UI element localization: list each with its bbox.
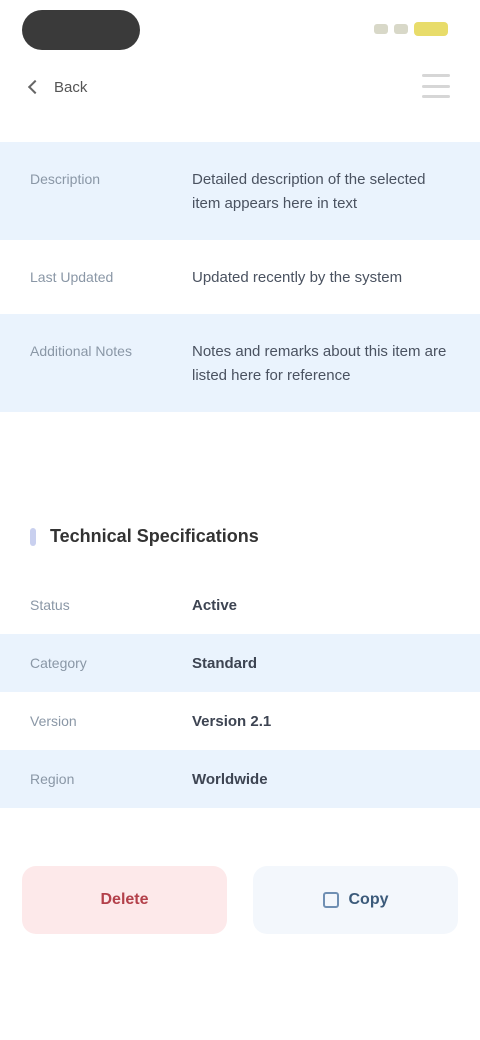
back-button[interactable]: Back <box>27 72 88 102</box>
spec-value: Active <box>192 596 238 614</box>
detail-row-updated: Last Updated Updated recently by the sys… <box>0 240 480 314</box>
section-accent-bar <box>30 527 36 546</box>
section-header: Technical Specifications <box>30 526 259 547</box>
menu-icon[interactable] <box>422 74 450 98</box>
copy-icon <box>322 892 339 908</box>
delete-button-label: Delete <box>100 891 149 908</box>
section-title: Technical Specifications <box>50 526 259 546</box>
chevron-left-icon <box>27 79 43 95</box>
signal-icon <box>374 24 388 34</box>
battery-icon <box>414 22 448 36</box>
wifi-icon <box>394 24 408 34</box>
spec-label: Version <box>30 713 77 729</box>
detail-table: Description Detailed description of the … <box>0 142 480 412</box>
spec-row-version: Version Version 2.1 <box>0 692 480 750</box>
spec-label: Status <box>30 597 70 613</box>
back-label: Back <box>54 78 88 96</box>
status-icons <box>374 22 448 36</box>
detail-label: Last Updated <box>30 269 114 285</box>
delete-button[interactable]: Delete <box>22 866 227 934</box>
status-bar <box>0 0 480 60</box>
spec-label: Category <box>30 655 87 671</box>
action-buttons: Delete Copy <box>22 866 458 934</box>
detail-value: Detailed description of the selected ite… <box>192 171 426 212</box>
detail-value: Updated recently by the system <box>192 269 403 286</box>
detail-label: Description <box>30 171 101 187</box>
detail-row-notes: Additional Notes Notes and remarks about… <box>0 314 480 412</box>
nav-bar: Back <box>0 60 480 120</box>
detail-value: Notes and remarks about this item are li… <box>192 343 447 384</box>
spec-row-region: Region Worldwide <box>0 750 480 808</box>
detail-label: Additional Notes <box>30 343 132 359</box>
spec-label: Region <box>30 771 75 787</box>
copy-button[interactable]: Copy <box>253 866 458 934</box>
spec-value: Standard <box>192 654 258 672</box>
status-pill <box>22 10 140 50</box>
spec-value: Worldwide <box>192 770 268 788</box>
spec-value: Version 2.1 <box>192 712 272 730</box>
spec-row-category: Category Standard <box>0 634 480 692</box>
copy-button-label: Copy <box>348 891 389 908</box>
spec-table: Status Active Category Standard Version … <box>0 576 480 808</box>
spec-row-status: Status Active <box>0 576 480 634</box>
detail-row-description: Description Detailed description of the … <box>0 142 480 240</box>
